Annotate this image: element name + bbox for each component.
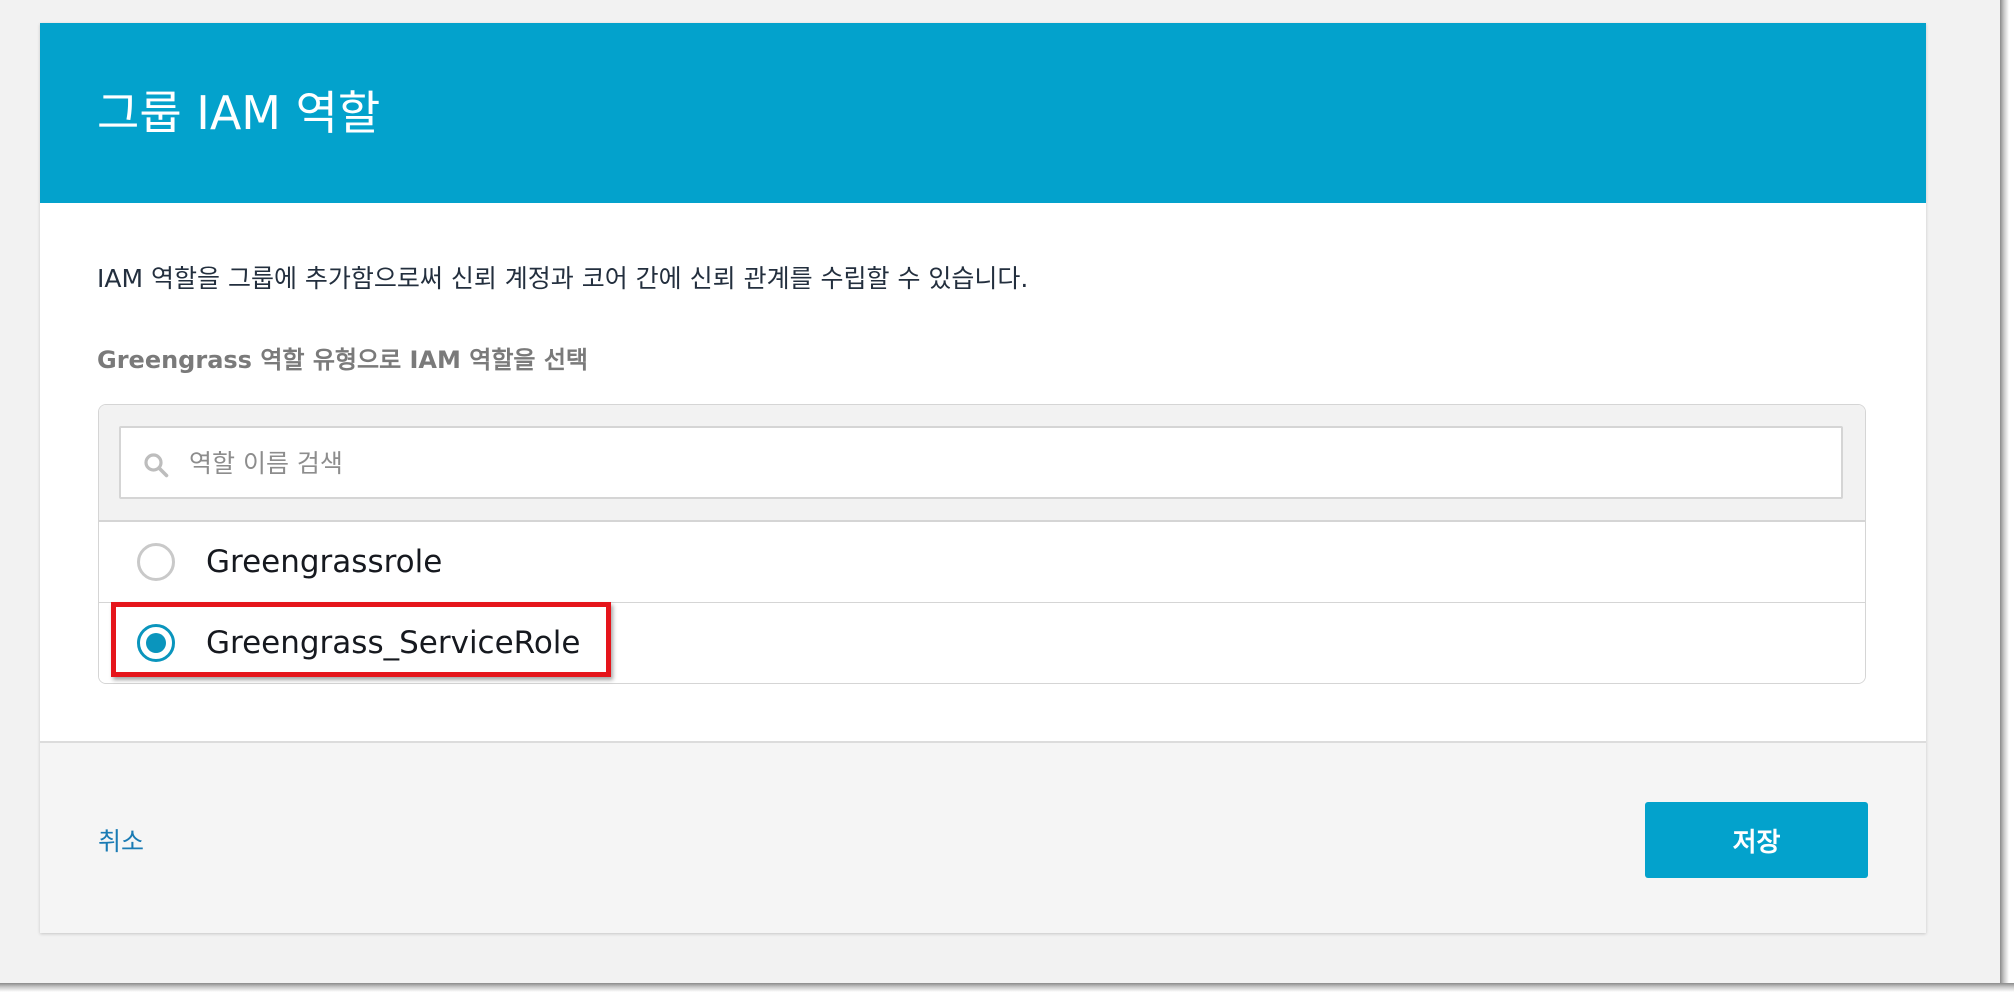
dialog-description: IAM 역할을 그룹에 추가함으로써 신뢰 계정과 코어 간에 신뢰 관계를 수… (97, 264, 1029, 293)
role-row-selected[interactable]: Greengrass_ServiceRole (99, 603, 1865, 683)
search-icon (144, 453, 169, 478)
frame-shadow-bottom (0, 983, 2014, 997)
radio-selected-dot (146, 633, 166, 653)
iam-role-dialog: 그룹 IAM 역할 IAM 역할을 그룹에 추가함으로써 신뢰 계정과 코어 간… (40, 23, 1926, 933)
cancel-link[interactable]: 취소 (98, 825, 144, 859)
role-search-input[interactable] (189, 440, 1809, 486)
frame-shadow-right (2000, 0, 2014, 997)
search-area (99, 405, 1865, 522)
dialog-title: 그룹 IAM 역할 (97, 86, 381, 140)
dialog-footer: 취소 저장 (40, 741, 1926, 933)
role-radio-button-selected[interactable] (137, 624, 175, 662)
role-row[interactable]: Greengrassrole (99, 522, 1865, 603)
role-name: Greengrassrole (206, 544, 443, 580)
role-name: Greengrass_ServiceRole (206, 625, 581, 661)
role-select-label: Greengrass 역할 유형으로 IAM 역할을 선택 (97, 346, 589, 374)
search-box[interactable] (119, 426, 1843, 499)
role-selection-table: Greengrassrole Greengrass_ServiceRole (98, 404, 1866, 684)
role-radio-button[interactable] (137, 543, 175, 581)
dialog-header: 그룹 IAM 역할 (40, 23, 1926, 203)
save-button[interactable]: 저장 (1645, 802, 1868, 878)
